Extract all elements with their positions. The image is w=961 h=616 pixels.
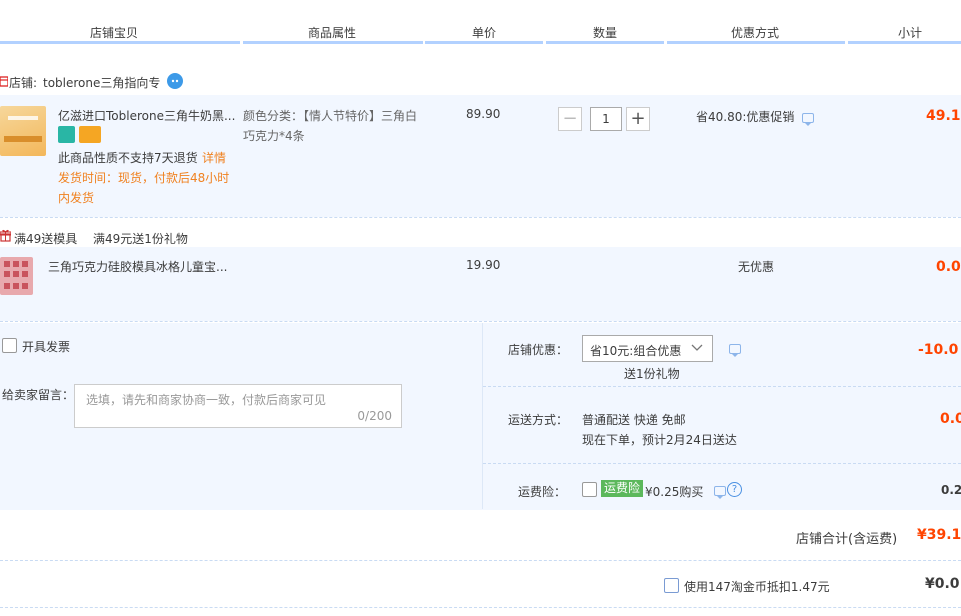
return-notice: 此商品性质不支持7天退货	[58, 151, 198, 165]
item-discount: 无优惠	[738, 260, 775, 274]
header-divider	[243, 41, 423, 44]
taobao-coins-checkbox[interactable]	[664, 578, 679, 593]
row-divider	[0, 560, 961, 561]
panel-divider	[482, 323, 483, 509]
col-shop-item: 店铺宝贝	[90, 26, 139, 40]
shop-discount-label: 店铺优惠：	[508, 343, 569, 357]
insurance-tag: 运费险	[601, 480, 644, 497]
insurance-amount: 0.2	[941, 483, 961, 497]
col-attributes: 商品属性	[308, 26, 357, 40]
item-attributes: 颜色分类：【情人节特价】三角白	[243, 109, 418, 123]
service-badge-icon[interactable]	[58, 126, 75, 143]
invoice-checkbox[interactable]	[2, 338, 17, 353]
seller-message-field[interactable]: 选填，请先和商家协商一致，付款后商家可见 0/200	[74, 384, 402, 428]
item-attributes-cont: 巧克力*4条	[243, 129, 305, 143]
taobao-coins-amount: ¥0.0	[925, 576, 960, 592]
wangwang-chat-icon[interactable]	[167, 73, 183, 89]
col-discount: 优惠方式	[731, 26, 780, 40]
row-divider	[0, 321, 961, 322]
header-divider	[848, 41, 961, 44]
shipping-amount: 0.0	[940, 411, 961, 427]
shop-discount-amount: -10.0	[918, 342, 959, 358]
shop-discount-gift: 送1份礼物	[624, 367, 680, 381]
header-divider	[667, 41, 845, 44]
shop-discount-select[interactable]: 省10元:组合优惠	[582, 335, 713, 362]
item-subtotal: 49.1	[926, 108, 961, 124]
insurance-price: ¥0.25购买	[645, 485, 704, 499]
item-title-link[interactable]: 亿滋进口Toblerone三角牛奶黑...	[58, 107, 235, 124]
shop-discount-info-icon[interactable]	[729, 344, 741, 357]
shop-total-label: 店铺合计(含运费)	[796, 532, 898, 547]
shop-name-link[interactable]: toblerone三角指向专	[43, 74, 160, 91]
quantity-input[interactable]: 1	[590, 107, 622, 131]
header-divider	[425, 41, 543, 44]
item-subtotal: 0.0	[936, 259, 961, 275]
item-discount: 省40.80:优惠促销	[696, 110, 795, 124]
quantity-plus-button[interactable]: +	[626, 107, 650, 131]
col-subtotal: 小计	[898, 26, 923, 40]
chevron-down-icon	[691, 342, 703, 354]
shipping-method: 普通配送 快递 免邮	[582, 413, 686, 427]
shop-label: 店铺:	[9, 76, 38, 90]
insurance-checkbox[interactable]	[582, 482, 597, 497]
message-label: 给卖家留言：	[2, 388, 75, 402]
details-link[interactable]: 详情	[202, 149, 226, 166]
message-placeholder: 选填，请先和商家协商一致，付款后商家可见	[86, 393, 327, 407]
gift-icon	[0, 229, 12, 242]
discount-info-icon[interactable]	[802, 113, 814, 126]
quantity-minus-button[interactable]: −	[558, 107, 582, 131]
insurance-label: 运费险：	[518, 485, 567, 499]
invoice-label: 开具发票	[22, 340, 71, 354]
item-price: 89.90	[466, 107, 501, 121]
shop-discount-selected: 省10元:组合优惠	[590, 344, 682, 358]
row-divider	[483, 463, 961, 464]
col-quantity: 数量	[593, 26, 618, 40]
taobao-coins-label: 使用147淘金币抵扣1.47元	[684, 580, 830, 594]
insurance-info-icon[interactable]	[714, 486, 726, 499]
shop-icon	[0, 75, 9, 87]
promo-tag: 满49送模具	[14, 232, 78, 246]
item-thumbnail[interactable]	[0, 257, 33, 295]
shop-total-amount: ¥39.1	[917, 527, 961, 543]
help-icon[interactable]: ?	[727, 482, 742, 497]
ship-time-cont: 内发货	[58, 191, 95, 205]
item-title-link[interactable]: 三角巧克力硅胶模具冰格儿童宝...	[48, 258, 227, 275]
row-divider	[0, 607, 961, 608]
item-thumbnail[interactable]	[0, 106, 46, 156]
shipping-label: 运送方式：	[508, 413, 569, 427]
cart-header: 店铺宝贝 商品属性 单价 数量 优惠方式 小计	[0, 0, 961, 44]
credit-card-badge-icon[interactable]	[79, 126, 101, 143]
header-divider	[0, 41, 240, 44]
item-price: 19.90	[466, 258, 501, 272]
shipping-eta: 现在下单，预计2月24日送达	[582, 433, 737, 447]
message-counter: 0/200	[357, 409, 392, 423]
ship-time: 发货时间：现货，付款后48小时	[58, 171, 230, 185]
row-divider	[483, 386, 961, 387]
promo-description: 满49元送1份礼物	[93, 232, 188, 246]
header-divider	[546, 41, 664, 44]
row-divider	[0, 217, 961, 218]
col-price: 单价	[472, 26, 497, 40]
